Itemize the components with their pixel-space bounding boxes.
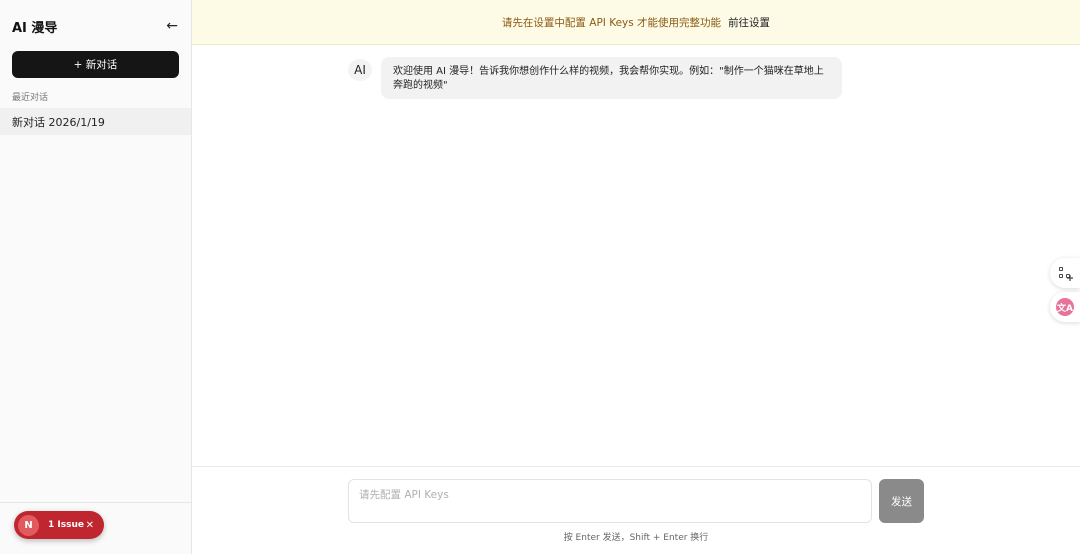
send-button[interactable]: 发送 xyxy=(879,479,924,523)
close-icon[interactable]: ✕ xyxy=(86,520,94,531)
grid-plus-icon xyxy=(1059,267,1073,281)
issue-count: 1 Issue xyxy=(48,520,84,530)
api-key-warning-banner: 请先在设置中配置 API Keys 才能使用完整功能 前往设置 xyxy=(192,0,1080,45)
composer-divider xyxy=(192,466,1080,467)
issue-badge[interactable]: N 1 Issue ✕ xyxy=(14,511,104,539)
sidebar-divider xyxy=(0,502,191,503)
translate-float-button[interactable]: 文A xyxy=(1050,292,1080,322)
translate-icon: 文A xyxy=(1056,298,1074,316)
sidebar-header: AI 漫导 ← xyxy=(12,15,178,37)
recent-conversations-label: 最近对话 xyxy=(12,93,49,103)
sidebar: AI 漫导 ← + 新对话 最近对话 新对话 2026/1/19 xyxy=(0,0,192,554)
go-to-settings-link[interactable]: 前往设置 xyxy=(728,15,770,30)
message-input[interactable] xyxy=(348,479,872,523)
ai-message-bubble: 欢迎使用 AI 漫导！告诉我你想创作什么样的视频，我会帮你实现。例如："制作一个… xyxy=(381,57,842,99)
new-chat-button[interactable]: + 新对话 xyxy=(12,51,179,78)
ai-avatar: AI xyxy=(348,59,372,81)
apps-float-button[interactable] xyxy=(1050,258,1080,288)
conversation-item[interactable]: 新对话 2026/1/19 xyxy=(0,108,191,135)
keyboard-hint: 按 Enter 发送，Shift + Enter 换行 xyxy=(563,533,709,543)
app-title: AI 漫导 xyxy=(12,20,58,36)
banner-message: 请先在设置中配置 API Keys 才能使用完整功能 xyxy=(501,16,722,29)
nextjs-logo-icon: N xyxy=(18,514,39,536)
collapse-sidebar-icon[interactable]: ← xyxy=(166,19,178,33)
